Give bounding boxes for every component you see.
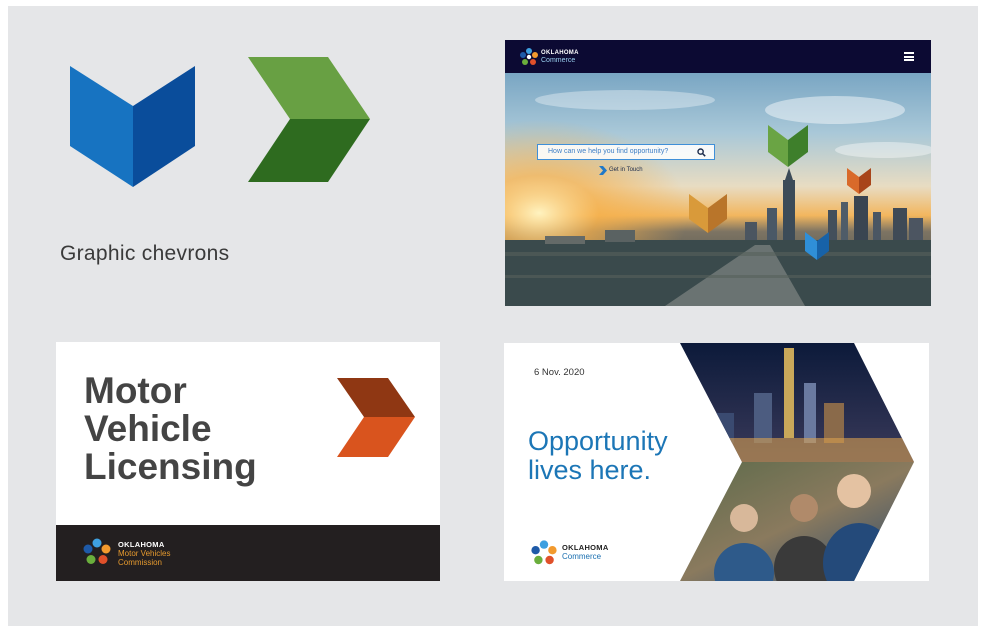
website-logo-text: OKLAHOMA Commerce (541, 50, 579, 64)
headline-line-1: Opportunity (528, 426, 668, 456)
blue-chevron-icon (70, 66, 195, 187)
arrow-right-icon (599, 166, 607, 175)
oklahoma-logo-icon (83, 538, 111, 564)
search-input[interactable]: How can we help you find opportunity? (537, 144, 715, 160)
website-navbar: OKLAHOMA Commerce (505, 40, 931, 73)
op-logo-line1: OKLAHOMA (562, 543, 609, 552)
website-logo-line1: OKLAHOMA (541, 50, 579, 56)
mv-logo-line3: Commission (118, 558, 163, 567)
op-logo-line2: Commerce (562, 552, 602, 561)
city-skyline-photo (505, 40, 931, 306)
opportunity-card: 6 Nov. 2020 Opportunity lives here. OKLA… (504, 343, 929, 581)
green-chevron-icon (248, 57, 370, 182)
orange-chevron-icon (337, 378, 415, 457)
oklahoma-logo-icon (520, 48, 538, 65)
headline-line-2: lives here. (528, 455, 652, 485)
opportunity-headline: Opportunity lives here. (528, 427, 668, 485)
opportunity-logo-text: OKLAHOMA Commerce (562, 543, 609, 561)
title-line-2: Vehicle (84, 408, 212, 449)
caption: Graphic chevrons (60, 242, 230, 265)
motor-vehicle-logo-text: OKLAHOMA Motor Vehicles Commission (118, 540, 170, 567)
oklahoma-logo-icon (531, 540, 557, 565)
mv-logo-line2: Motor Vehicles (118, 549, 171, 558)
search-icon[interactable] (697, 148, 706, 157)
motor-vehicle-title: Motor Vehicle Licensing (84, 372, 257, 486)
motor-vehicle-card: Motor Vehicle Licensing OKLAHOMA Motor V… (56, 342, 440, 581)
opportunity-date: 6 Nov. 2020 (534, 367, 585, 378)
mv-logo-line1: OKLAHOMA (118, 540, 165, 549)
title-line-1: Motor (84, 370, 187, 411)
website-mockup: OKLAHOMA Commerce How can we help you fi… (505, 40, 931, 306)
search-placeholder: How can we help you find opportunity? (548, 148, 669, 155)
motor-vehicle-footer: OKLAHOMA Motor Vehicles Commission (56, 525, 440, 581)
title-line-3: Licensing (84, 446, 257, 487)
get-in-touch-link[interactable]: Get in Touch (609, 167, 643, 173)
website-logo-line2: Commerce (541, 57, 576, 64)
menu-icon[interactable] (904, 52, 914, 61)
